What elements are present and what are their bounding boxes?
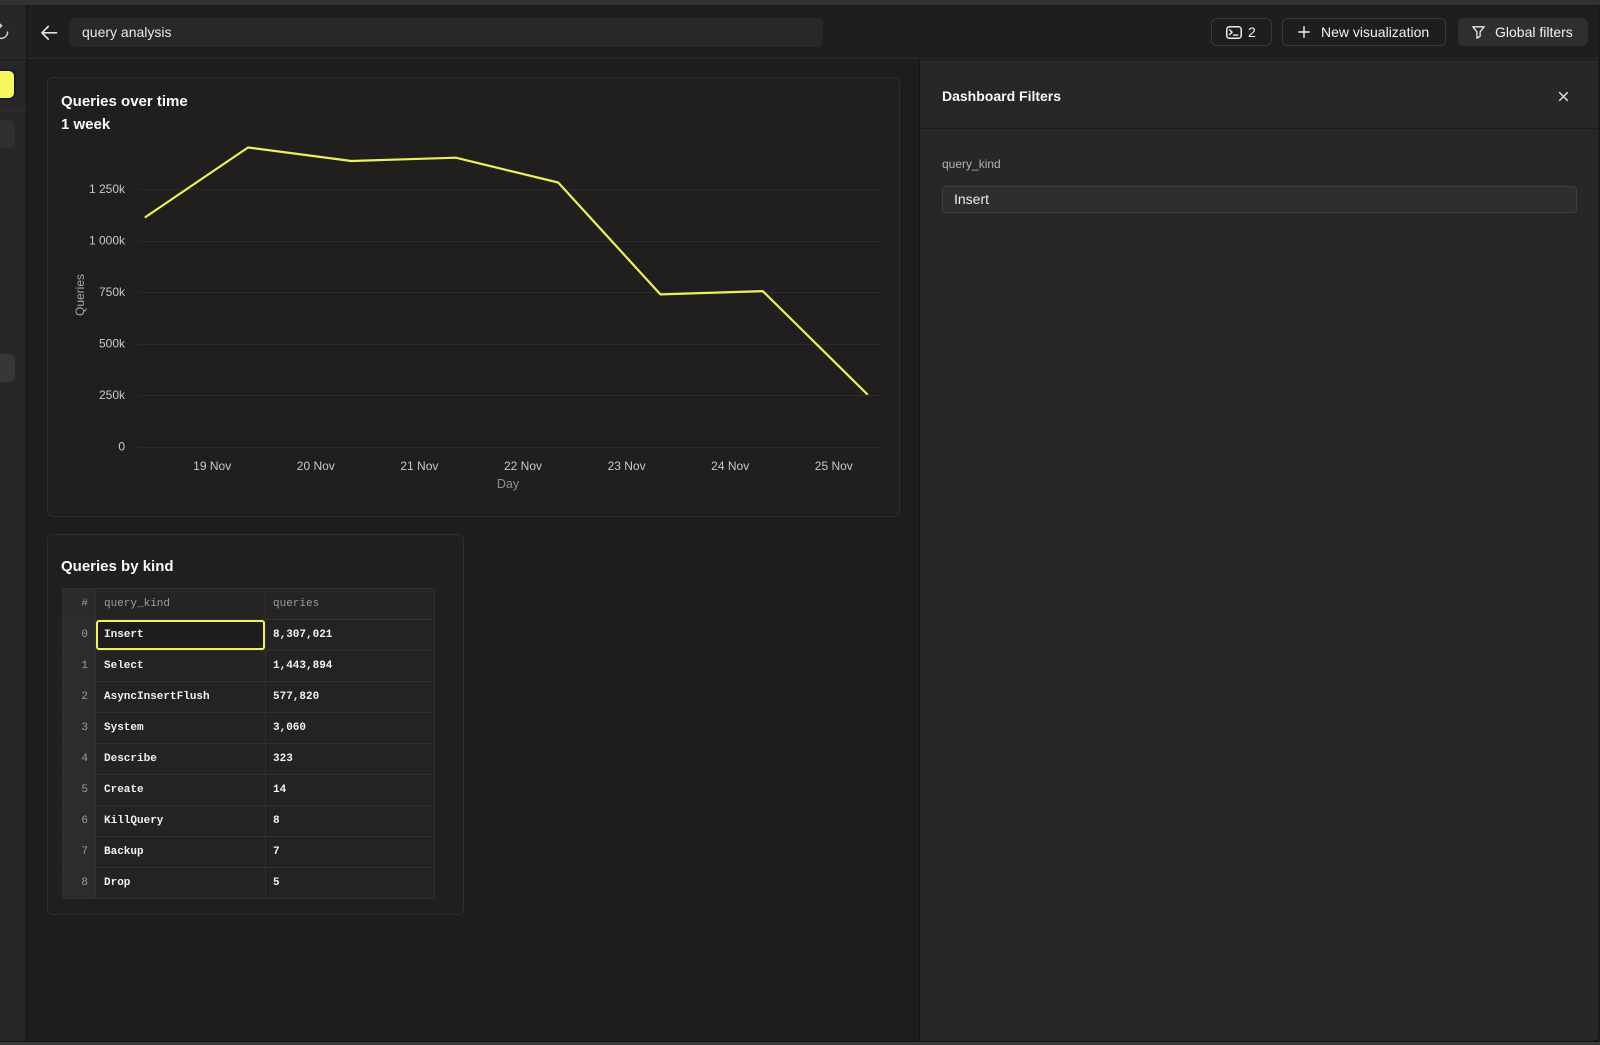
svg-text:1 000k: 1 000k (89, 234, 126, 248)
svg-text:750k: 750k (99, 285, 126, 299)
svg-text:0: 0 (118, 440, 125, 454)
svg-text:500k: 500k (99, 337, 126, 351)
svg-text:25 Nov: 25 Nov (815, 459, 853, 473)
svg-text:1 250k: 1 250k (89, 182, 126, 196)
svg-text:20 Nov: 20 Nov (297, 459, 335, 473)
svg-text:24 Nov: 24 Nov (711, 459, 749, 473)
svg-text:250k: 250k (99, 388, 126, 402)
svg-text:22 Nov: 22 Nov (504, 459, 542, 473)
svg-text:19 Nov: 19 Nov (193, 459, 231, 473)
svg-text:23 Nov: 23 Nov (608, 459, 646, 473)
svg-text:21 Nov: 21 Nov (400, 459, 438, 473)
svg-text:Day: Day (497, 477, 520, 491)
svg-text:Queries: Queries (73, 274, 87, 316)
